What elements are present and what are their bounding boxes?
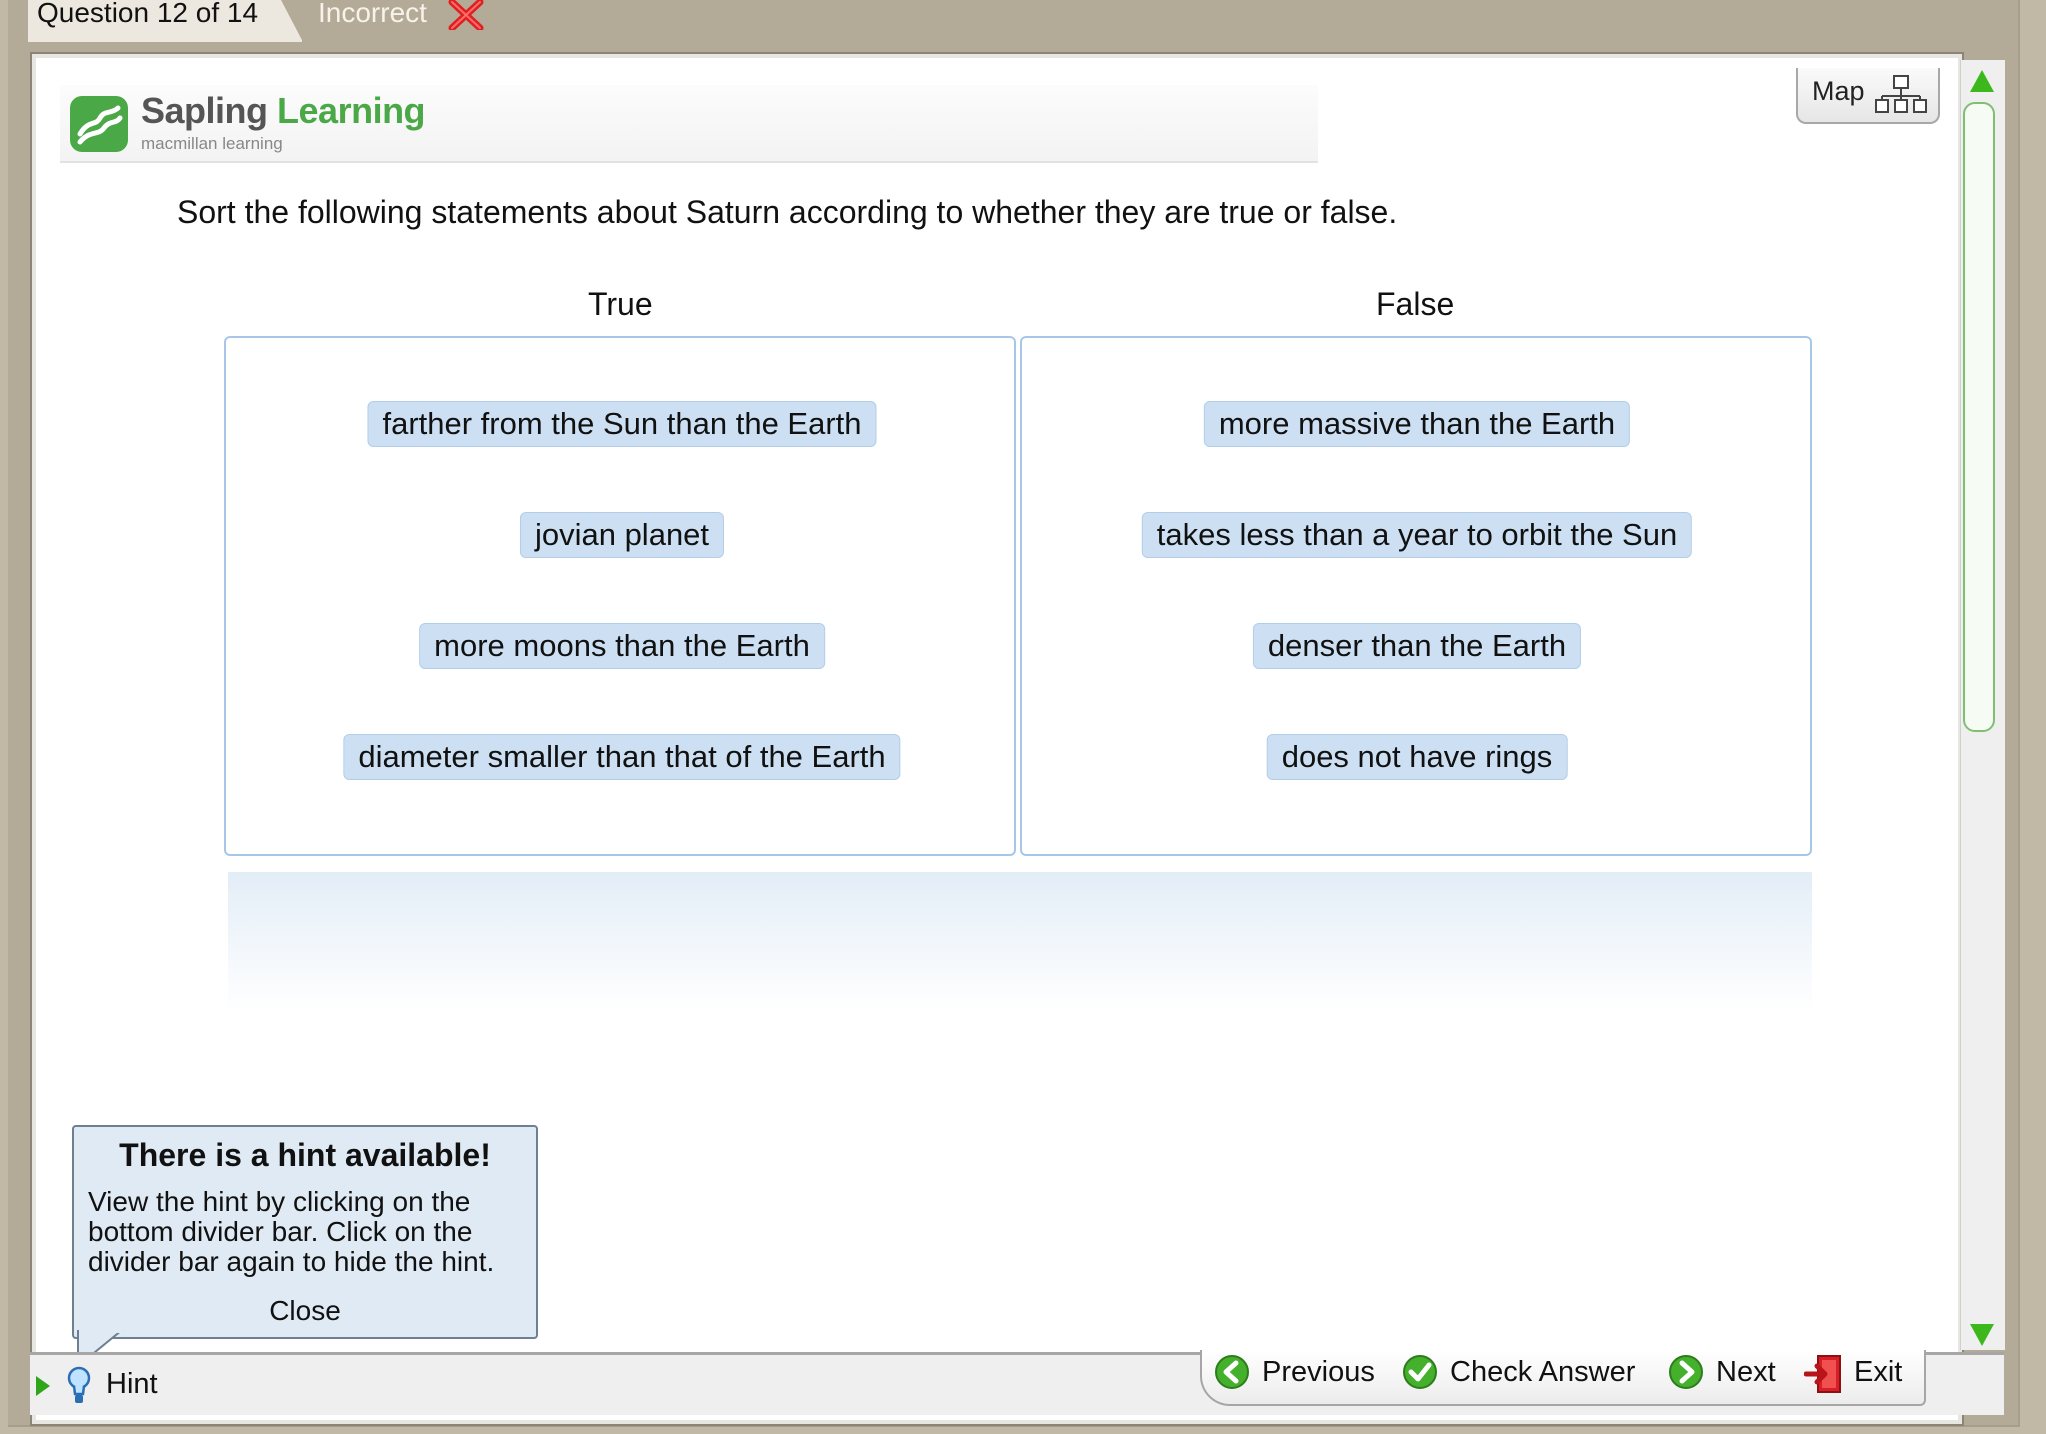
answer-chip[interactable]: denser than the Earth [1252, 623, 1582, 669]
answer-tray[interactable] [228, 872, 1812, 1012]
map-button[interactable]: Map [1796, 68, 1940, 124]
false-heading: False [1376, 286, 1455, 322]
question-text: Sort the following statements about Satu… [177, 194, 1398, 230]
map-button-label: Map [1812, 76, 1865, 106]
exit-button[interactable]: Exit [1804, 1352, 1914, 1393]
answer-chip[interactable]: does not have rings [1266, 734, 1568, 780]
answer-chip[interactable]: jovian planet [519, 512, 725, 558]
previous-button[interactable]: Previous [1214, 1352, 1382, 1392]
logo-text-part1: Sapling [141, 90, 268, 131]
scrollbar-thumb[interactable] [1963, 102, 1995, 732]
sapling-logo-icon [70, 96, 128, 152]
previous-label: Previous [1262, 1356, 1375, 1388]
sitemap-icon [1875, 75, 1927, 113]
hint-popup-title: There is a hint available! [119, 1137, 491, 1173]
status-label: Incorrect [318, 0, 427, 28]
logo-subtitle: macmillan learning [141, 134, 283, 153]
checkmark-circle-icon [1403, 1355, 1437, 1389]
next-button[interactable]: Next [1668, 1352, 1784, 1392]
true-heading: True [588, 286, 653, 322]
answer-chip[interactable]: takes less than a year to orbit the Sun [1141, 512, 1693, 558]
arrow-left-circle-icon [1215, 1355, 1249, 1389]
check-answer-button[interactable]: Check Answer [1402, 1352, 1652, 1392]
hint-bar-label[interactable]: Hint [106, 1368, 158, 1401]
answer-chip[interactable]: diameter smaller than that of the Earth [343, 734, 901, 780]
scroll-up-arrow-icon[interactable] [1964, 66, 2000, 96]
exit-door-icon [1804, 1355, 1841, 1393]
next-label: Next [1716, 1356, 1776, 1388]
hint-popup-body: View the hint by clicking on the bottom … [88, 1186, 495, 1277]
exit-label: Exit [1854, 1356, 1903, 1388]
logo-text-part2: Learning [277, 90, 426, 131]
check-answer-label: Check Answer [1450, 1356, 1636, 1388]
hint-popup-close-link[interactable]: Close [74, 1295, 536, 1327]
logo-text: Sapling Learning [141, 90, 426, 132]
arrow-right-circle-icon [1669, 1355, 1703, 1389]
lightbulb-icon[interactable] [66, 1366, 92, 1406]
play-arrow-icon[interactable] [34, 1374, 52, 1398]
hint-popup: There is a hint available! View the hint… [72, 1125, 538, 1339]
scroll-down-arrow-icon[interactable] [1964, 1320, 2000, 1350]
question-tab-label: Question 12 of 14 [37, 0, 259, 28]
x-icon [448, 0, 484, 30]
answer-chip[interactable]: more massive than the Earth [1203, 401, 1631, 447]
answer-chip[interactable]: farther from the Sun than the Earth [367, 401, 877, 447]
answer-chip[interactable]: more moons than the Earth [419, 623, 825, 669]
